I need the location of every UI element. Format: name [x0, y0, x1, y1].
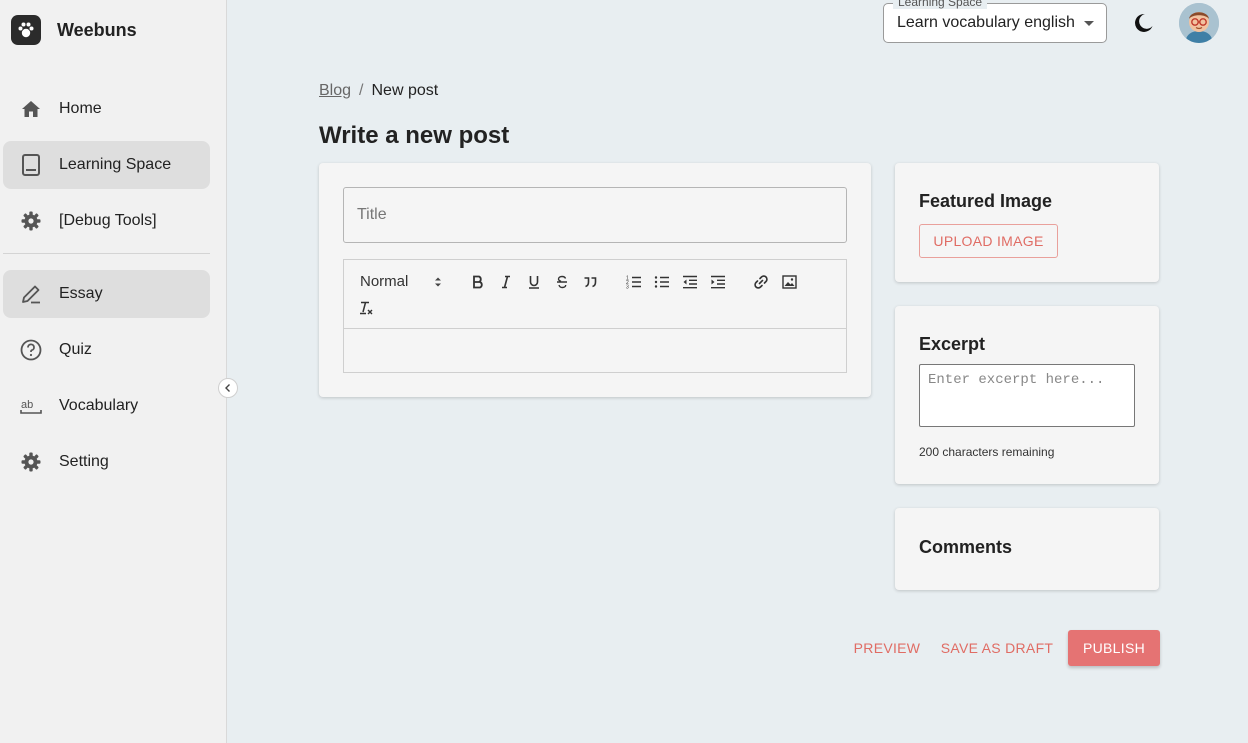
help-circle-icon	[20, 339, 42, 361]
sidebar-item-learning-space[interactable]: Learning Space	[3, 141, 210, 189]
avatar-image	[1179, 3, 1219, 43]
format-select[interactable]: Normal	[360, 273, 408, 290]
ordered-list-icon: 123	[626, 276, 641, 290]
breadcrumb: Blog / New post	[319, 82, 438, 100]
sidebar-item-setting[interactable]: Setting	[3, 438, 210, 486]
excerpt-textarea[interactable]	[919, 364, 1135, 427]
home-icon	[20, 98, 42, 120]
excerpt-heading: Excerpt	[919, 334, 986, 354]
bold-button[interactable]	[468, 272, 488, 292]
sidebar: Weebuns Home Learning Space [Debug Tools…	[0, 0, 227, 743]
sidebar-item-debug-tools[interactable]: [Debug Tools]	[3, 197, 210, 245]
book-icon	[20, 154, 42, 176]
gear-icon	[20, 451, 42, 473]
outdent-icon	[683, 275, 697, 289]
sidebar-divider	[3, 253, 210, 254]
strikethrough-icon	[557, 275, 567, 289]
breadcrumb-current: New post	[371, 82, 439, 99]
learning-space-value: Learn vocabulary english	[897, 14, 1075, 31]
pen-icon	[20, 283, 42, 305]
indent-icon	[711, 275, 725, 289]
bullet-list-button[interactable]	[652, 272, 672, 292]
sidebar-item-label: Home	[59, 100, 102, 117]
caret-down-icon	[1084, 21, 1094, 26]
sidebar-collapse-button[interactable]	[218, 378, 238, 398]
preview-button[interactable]: PREVIEW	[846, 630, 928, 666]
svg-text:3: 3	[626, 285, 629, 290]
featured-image-card: Featured Image UPLOAD IMAGE	[895, 163, 1159, 282]
featured-image-heading: Featured Image	[919, 191, 1053, 211]
blockquote-button[interactable]	[580, 272, 600, 292]
italic-icon	[502, 275, 510, 289]
learning-space-label: Learning Space	[893, 0, 988, 9]
sidebar-item-label: Essay	[59, 285, 103, 302]
breadcrumb-separator: /	[359, 82, 364, 99]
italic-button[interactable]	[496, 272, 516, 292]
post-content-editor[interactable]	[343, 328, 847, 373]
brand[interactable]: Weebuns	[11, 15, 137, 45]
select-arrows-icon	[435, 277, 441, 287]
page-title: Write a new post	[319, 122, 510, 149]
app-name: Weebuns	[57, 19, 137, 40]
sidebar-item-label: [Debug Tools]	[59, 212, 157, 229]
comments-heading: Comments	[919, 537, 1013, 557]
bold-icon	[473, 275, 483, 289]
sidebar-item-label: Setting	[59, 453, 109, 470]
sidebar-item-essay[interactable]: Essay	[3, 270, 210, 318]
sidebar-item-quiz[interactable]: Quiz	[3, 326, 210, 374]
save-draft-button[interactable]: SAVE AS DRAFT	[936, 630, 1058, 666]
post-editor-card: Normal 123	[319, 163, 871, 397]
quote-icon	[584, 277, 597, 288]
gear-icon	[20, 210, 42, 232]
strikethrough-button[interactable]	[552, 272, 572, 292]
sidebar-item-label: Learning Space	[59, 156, 172, 173]
ab-icon: ab	[20, 395, 42, 417]
excerpt-card: Excerpt 200 characters remaining	[895, 306, 1159, 484]
paw-logo-icon	[11, 15, 41, 45]
sidebar-item-vocabulary[interactable]: ab Vocabulary	[3, 382, 210, 430]
post-title-input[interactable]	[343, 187, 847, 243]
upload-image-button[interactable]: UPLOAD IMAGE	[919, 224, 1058, 258]
sidebar-item-label: Quiz	[59, 341, 92, 358]
link-icon	[754, 275, 768, 289]
clear-format-button[interactable]	[356, 298, 376, 318]
avatar[interactable]	[1179, 3, 1219, 43]
rich-text-toolbar: Normal 123	[343, 259, 847, 329]
indent-button[interactable]	[708, 272, 728, 292]
outdent-button[interactable]	[680, 272, 700, 292]
chevron-left-icon	[225, 384, 230, 392]
image-icon	[781, 275, 797, 289]
image-button[interactable]	[779, 272, 799, 292]
moon-icon	[1135, 13, 1153, 32]
clear-format-icon	[360, 301, 373, 315]
format-select-value: Normal	[360, 273, 409, 290]
breadcrumb-link-blog[interactable]: Blog	[319, 82, 351, 100]
sidebar-item-label: Vocabulary	[59, 397, 139, 414]
bullet-list-icon	[654, 276, 669, 288]
comments-card: Comments	[895, 508, 1159, 590]
learning-space-select[interactable]: Learning Space Learn vocabulary english	[883, 0, 1107, 43]
excerpt-char-count: 200 characters remaining	[919, 445, 1055, 459]
sidebar-item-home[interactable]: Home	[3, 85, 210, 133]
svg-text:ab: ab	[21, 399, 33, 411]
underline-icon	[529, 276, 539, 289]
publish-button[interactable]: PUBLISH	[1068, 630, 1160, 666]
link-button[interactable]	[751, 272, 771, 292]
ordered-list-button[interactable]: 123	[624, 272, 644, 292]
theme-toggle-button[interactable]	[1128, 8, 1158, 38]
underline-button[interactable]	[524, 272, 544, 292]
